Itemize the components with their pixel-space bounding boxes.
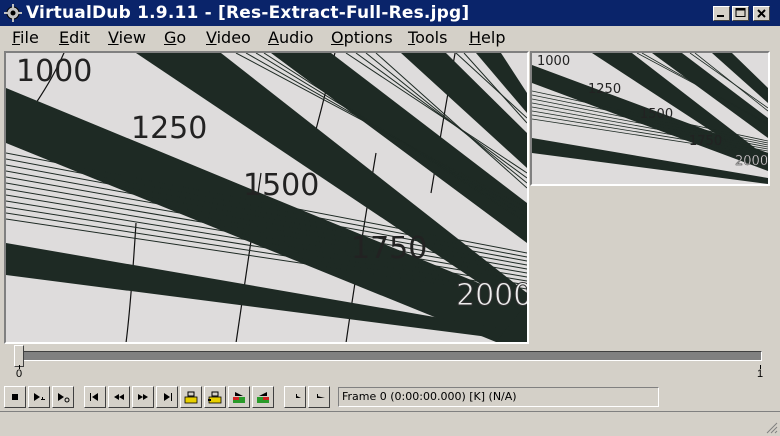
prev-keyframe-button[interactable] (180, 386, 202, 408)
menu-help[interactable]: Help (469, 28, 505, 47)
prev-scene-icon (233, 392, 245, 403)
output-video-pane[interactable]: 1000 1250 1500 1750 2000 (530, 51, 770, 186)
step-back-button[interactable] (108, 386, 130, 408)
stop-button[interactable] (4, 386, 26, 408)
menu-options[interactable]: Options (331, 28, 393, 47)
next-keyframe-button[interactable] (204, 386, 226, 408)
menu-file[interactable]: File (12, 28, 39, 47)
mark-out-button[interactable] (308, 386, 330, 408)
mark-out-icon (313, 394, 325, 398)
next-keyframe-icon (208, 391, 222, 404)
menu-bar: File Edit View Go Video Audio Options To… (0, 26, 780, 50)
input-label-1750: 1750 (351, 231, 427, 266)
menu-edit[interactable]: Edit (59, 28, 90, 47)
play-output-icon (58, 393, 70, 403)
prev-keyframe-icon (184, 391, 198, 404)
input-label-2000: 2000 (456, 278, 527, 313)
input-label-1500: 1500 (243, 168, 319, 203)
play-output-button[interactable] (52, 386, 74, 408)
go-start-button[interactable] (84, 386, 106, 408)
minimize-icon (717, 15, 724, 17)
play-input-button[interactable] (28, 386, 50, 408)
minimize-button[interactable] (713, 6, 730, 21)
output-label-1750: 1750 (689, 134, 722, 149)
next-scene-icon (257, 392, 269, 403)
step-forward-button[interactable] (132, 386, 154, 408)
menu-tools[interactable]: Tools (408, 28, 447, 47)
output-label-1000: 1000 (537, 54, 570, 69)
status-bar (0, 411, 780, 436)
mark-in-icon (289, 394, 301, 398)
mark-in-button[interactable] (284, 386, 306, 408)
next-scene-button[interactable] (252, 386, 274, 408)
window-title: VirtualDub 1.9.11 - [Res-Extract-Full-Re… (26, 3, 470, 23)
step-back-icon (114, 394, 124, 400)
output-label-2000: 2000 (735, 154, 768, 169)
output-frame-image: 1000 1250 1500 1750 2000 (532, 53, 768, 184)
virtualdub-app-icon[interactable] (4, 4, 22, 22)
timeline-start-label: 0 (16, 368, 23, 380)
input-label-1250: 1250 (131, 111, 207, 146)
menu-audio[interactable]: Audio (268, 28, 313, 47)
stop-icon (12, 394, 18, 400)
timeline-end-label: 1 (757, 368, 764, 380)
input-frame-image: 1000 1250 1500 1750 2000 (6, 53, 527, 342)
menu-view[interactable]: View (108, 28, 146, 47)
go-start-icon (90, 393, 98, 401)
resize-grip-icon[interactable] (766, 422, 778, 434)
step-forward-icon (138, 394, 148, 400)
prev-scene-button[interactable] (228, 386, 250, 408)
play-input-icon (34, 393, 45, 401)
input-label-1000: 1000 (16, 54, 92, 89)
maximize-button[interactable] (732, 6, 749, 21)
menu-go[interactable]: Go (164, 28, 186, 47)
go-end-button[interactable] (156, 386, 178, 408)
title-bar[interactable]: VirtualDub 1.9.11 - [Res-Extract-Full-Re… (0, 0, 780, 26)
close-button[interactable] (753, 6, 770, 21)
menu-video[interactable]: Video (206, 28, 251, 47)
go-end-icon (164, 393, 172, 401)
timeline-track[interactable] (14, 351, 762, 361)
output-label-1500: 1500 (640, 107, 673, 122)
output-label-1250: 1250 (588, 82, 621, 97)
timeline-thumb[interactable] (14, 345, 24, 367)
frame-status: Frame 0 (0:00:00.000) [K] (N/A) (338, 387, 659, 407)
input-video-pane[interactable]: 1000 1250 1500 1750 2000 (4, 51, 529, 344)
close-icon (757, 9, 766, 18)
